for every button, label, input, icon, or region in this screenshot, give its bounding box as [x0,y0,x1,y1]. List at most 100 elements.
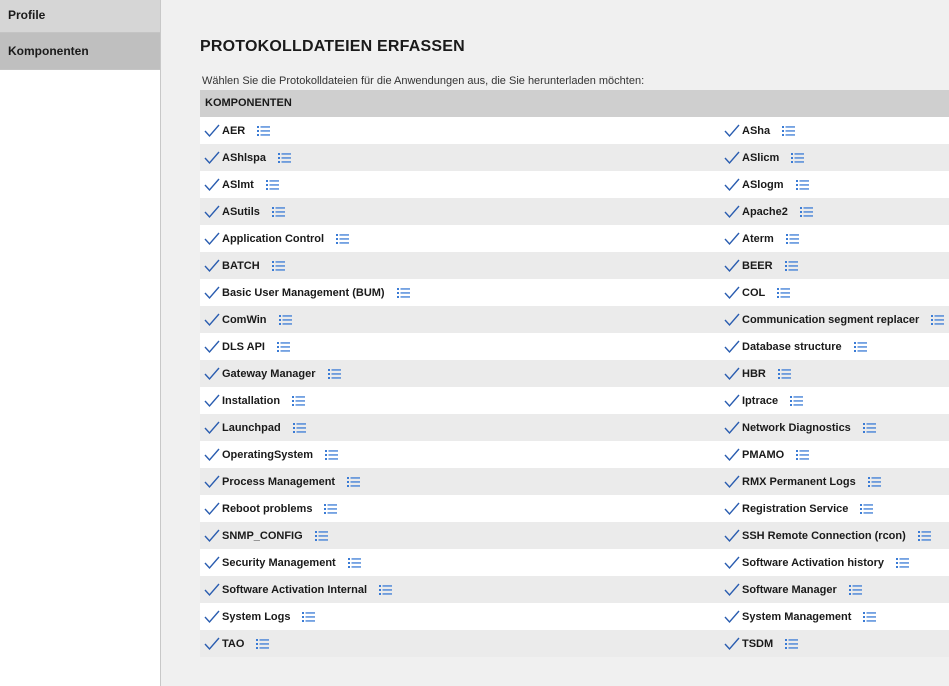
component-label: Aterm [742,232,774,245]
checkbox-checked-icon[interactable] [724,448,740,462]
list-icon[interactable] [278,152,292,163]
checkbox-checked-icon[interactable] [204,259,220,273]
checkbox-checked-icon[interactable] [724,151,740,165]
checkbox-checked-icon[interactable] [724,583,740,597]
checkbox-checked-icon[interactable] [724,340,740,354]
list-icon[interactable] [327,368,341,379]
component-label: Launchpad [222,421,281,434]
checkbox-checked-icon[interactable] [204,232,220,246]
component-cell: RMX Permanent Logs [724,468,881,495]
list-icon[interactable] [848,584,862,595]
list-icon[interactable] [302,611,316,622]
checkbox-checked-icon[interactable] [204,178,220,192]
checkbox-checked-icon[interactable] [204,448,220,462]
checkbox-checked-icon[interactable] [724,367,740,381]
list-icon[interactable] [795,179,809,190]
checkbox-checked-icon[interactable] [204,556,220,570]
checkbox-checked-icon[interactable] [724,394,740,408]
checkbox-checked-icon[interactable] [724,475,740,489]
list-icon[interactable] [324,503,338,514]
list-icon[interactable] [784,260,798,271]
list-icon[interactable] [782,125,796,136]
sidebar-item-label: Komponenten [8,44,89,58]
checkbox-checked-icon[interactable] [204,151,220,165]
checkbox-checked-icon[interactable] [724,529,740,543]
checkbox-checked-icon[interactable] [724,502,740,516]
checkbox-checked-icon[interactable] [204,286,220,300]
checkbox-checked-icon[interactable] [724,286,740,300]
checkbox-checked-icon[interactable] [724,124,740,138]
list-icon[interactable] [896,557,910,568]
checkbox-checked-icon[interactable] [204,340,220,354]
list-icon[interactable] [791,152,805,163]
list-icon[interactable] [278,314,292,325]
checkbox-checked-icon[interactable] [724,232,740,246]
list-icon[interactable] [292,395,306,406]
list-icon[interactable] [271,260,285,271]
checkbox-checked-icon[interactable] [724,313,740,327]
checkbox-checked-icon[interactable] [204,583,220,597]
list-icon[interactable] [271,206,285,217]
table-row: Installation Iptrace [200,387,949,414]
list-icon[interactable] [396,287,410,298]
list-icon[interactable] [336,233,350,244]
checkbox-checked-icon[interactable] [204,637,220,651]
checkbox-checked-icon[interactable] [724,637,740,651]
component-label: ComWin [222,313,267,326]
list-icon[interactable] [347,476,361,487]
checkbox-checked-icon[interactable] [724,610,740,624]
component-label: AER [222,124,246,137]
list-icon[interactable] [325,449,339,460]
checkbox-checked-icon[interactable] [204,421,220,435]
list-icon[interactable] [379,584,393,595]
list-icon[interactable] [265,179,279,190]
checkbox-checked-icon[interactable] [204,475,220,489]
checkbox-checked-icon[interactable] [724,259,740,273]
list-icon[interactable] [277,341,290,352]
list-icon[interactable] [257,125,271,136]
checkbox-checked-icon[interactable] [204,502,220,516]
list-icon[interactable] [347,557,361,568]
list-icon[interactable] [790,395,804,406]
checkbox-checked-icon[interactable] [724,205,740,219]
list-icon[interactable] [867,476,881,487]
component-cell: Security Management [204,549,361,576]
checkbox-checked-icon[interactable] [204,124,220,138]
component-cell: Reboot problems [204,495,338,522]
component-label: RMX Permanent Logs [742,475,856,488]
checkbox-checked-icon[interactable] [724,421,740,435]
table-row: Software Activation Internal Software Man… [200,576,949,603]
checkbox-checked-icon[interactable] [204,610,220,624]
checkbox-checked-icon[interactable] [204,367,220,381]
list-icon[interactable] [917,530,931,541]
list-icon[interactable] [777,287,791,298]
list-icon[interactable] [799,206,813,217]
component-label: ASha [742,124,771,137]
main-content: PROTOKOLLDATEIEN ERFASSEN Wählen Sie die… [200,0,949,686]
list-icon[interactable] [256,638,270,649]
component-cell: Aterm [724,225,799,252]
list-icon[interactable] [314,530,328,541]
checkbox-checked-icon[interactable] [204,394,220,408]
sidebar-item-komponenten[interactable]: Komponenten [0,33,160,70]
list-icon[interactable] [853,341,867,352]
checkbox-checked-icon[interactable] [724,178,740,192]
component-cell: Apache2 [724,198,813,225]
component-cell: Process Management [204,468,361,495]
table-row: Process Management RMX Permanent Logs [200,468,949,495]
list-icon[interactable] [862,422,876,433]
list-icon[interactable] [863,611,877,622]
list-icon[interactable] [777,368,791,379]
sidebar-item-profile[interactable]: Profile [0,0,160,33]
checkbox-checked-icon[interactable] [204,205,220,219]
checkbox-checked-icon[interactable] [724,556,740,570]
list-icon[interactable] [931,314,945,325]
checkbox-checked-icon[interactable] [204,313,220,327]
list-icon[interactable] [785,233,799,244]
component-label: ASutils [222,205,260,218]
list-icon[interactable] [785,638,799,649]
list-icon[interactable] [860,503,874,514]
checkbox-checked-icon[interactable] [204,529,220,543]
list-icon[interactable] [292,422,306,433]
list-icon[interactable] [796,449,810,460]
